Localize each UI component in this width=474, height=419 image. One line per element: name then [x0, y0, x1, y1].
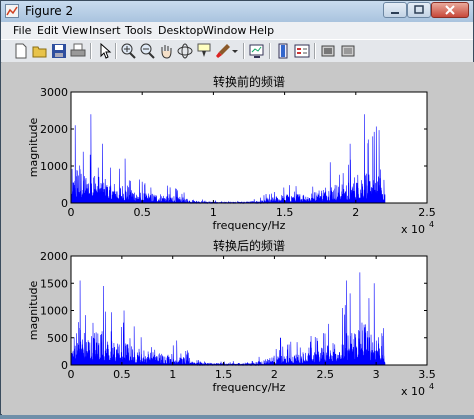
x-tick-label: 3 — [373, 368, 380, 381]
x-axis-label: frequency/Hz — [213, 219, 286, 232]
toolbar-separator — [90, 43, 92, 59]
x-exponent-power: 4 — [429, 220, 434, 229]
brush-button[interactable] — [214, 42, 232, 60]
menu-edit[interactable]: Edit — [37, 24, 58, 37]
data-cursor-button[interactable] — [195, 42, 213, 60]
insert-legend-icon — [294, 44, 310, 58]
chart-title: 转换后的频谱 — [213, 238, 285, 253]
x-tick-label: 1.5 — [215, 368, 233, 381]
y-tick-label: 1500 — [40, 277, 68, 290]
zoom-out-icon — [140, 43, 155, 59]
menu-insert[interactable]: Insert — [89, 24, 121, 37]
open-file-button[interactable] — [31, 42, 49, 60]
x-tick-label: 3.5 — [418, 368, 436, 381]
menu-tools[interactable]: Tools — [125, 24, 152, 37]
y-tick-label: 0 — [61, 197, 68, 210]
close-button[interactable] — [431, 2, 469, 18]
x-exponent-power: 4 — [429, 382, 434, 391]
insert-colorbar-icon — [278, 43, 288, 59]
figure-canvas[interactable]: 0 0.5 1 1.5 2 2.5 0 1000 2000 3000 转换前的频谱 frequency… — [2, 62, 474, 415]
y-axis-label: magnitude — [27, 281, 40, 341]
y-tick-label: 3000 — [40, 86, 68, 99]
menu-window[interactable]: Window — [203, 24, 246, 37]
maximize-button[interactable] — [407, 2, 431, 18]
show-plot-tools-button[interactable] — [339, 42, 357, 60]
y-axis-label: magnitude — [27, 118, 40, 178]
minimize-icon — [391, 12, 399, 14]
plots-svg: 0 0.5 1 1.5 2 2.5 0 1000 2000 3000 转换前的频谱 frequency… — [27, 74, 436, 398]
figure-window: Figure 2 File Edit View Insert Tools Des… — [0, 0, 474, 415]
y-tick-label: 1000 — [40, 305, 68, 318]
minimize-button[interactable] — [383, 2, 407, 18]
figure-toolbar — [1, 39, 473, 63]
print-icon — [70, 43, 86, 57]
toolbar-separator — [115, 43, 117, 59]
x-tick-label: 1.5 — [276, 206, 294, 219]
y-tick-label: 2000 — [40, 250, 68, 263]
x-tick-label: 0 — [68, 206, 75, 219]
x-exponent-label: x 10 — [401, 385, 425, 398]
menu-help[interactable]: Help — [249, 24, 274, 37]
x-tick-label: 0.5 — [113, 368, 131, 381]
x-tick-label: 2.5 — [317, 368, 335, 381]
save-button[interactable] — [50, 42, 68, 60]
x-exponent-label: x 10 — [401, 223, 425, 236]
chevron-down-icon — [232, 50, 238, 53]
link-plot-icon — [249, 44, 264, 58]
zoom-in-icon — [121, 43, 136, 59]
edit-plot-button[interactable] — [95, 42, 113, 60]
title-bar[interactable]: Figure 2 — [1, 1, 473, 23]
x-axis-label: frequency/Hz — [213, 381, 286, 394]
data-cursor-icon — [197, 43, 211, 57]
x-tick-label: 0 — [68, 368, 75, 381]
show-plot-tools-icon — [341, 45, 355, 57]
rotate-3d-button[interactable] — [176, 42, 194, 60]
rotate-3d-icon — [177, 43, 193, 59]
hide-plot-tools-button[interactable] — [319, 42, 337, 60]
maximize-icon — [414, 5, 424, 14]
x-tick-label: 2 — [271, 368, 278, 381]
x-tick-label: 2.5 — [418, 206, 436, 219]
menu-view[interactable]: View — [62, 24, 88, 37]
y-tick-label: 1000 — [40, 160, 68, 173]
hide-plot-tools-icon — [321, 45, 335, 57]
window-title: Figure 2 — [25, 4, 74, 18]
x-tick-label: 1 — [169, 368, 176, 381]
subplot-1: 0 0.5 1 1.5 2 2.5 0 1000 2000 3000 转换前的频谱 frequency… — [27, 74, 436, 236]
menu-bar: File Edit View Insert Tools Desktop Wind… — [1, 22, 473, 39]
pan-button[interactable] — [157, 42, 175, 60]
chart-title: 转换前的频谱 — [213, 74, 285, 89]
y-tick-label: 2000 — [40, 123, 68, 136]
menu-desktop[interactable]: Desktop — [158, 24, 203, 37]
zoom-in-button[interactable] — [119, 42, 137, 60]
save-icon — [52, 44, 66, 58]
print-button[interactable] — [69, 42, 87, 60]
new-figure-button[interactable] — [12, 42, 30, 60]
zoom-out-button[interactable] — [138, 42, 156, 60]
brush-icon — [216, 44, 230, 58]
link-plot-button[interactable] — [248, 42, 266, 60]
y-tick-label: 0 — [61, 359, 68, 372]
brush-dropdown[interactable] — [231, 42, 249, 60]
toolbar-separator — [314, 43, 316, 59]
open-file-icon — [32, 46, 47, 58]
close-icon — [445, 5, 455, 15]
subplot-2: 0 0.5 1 1.5 2 2.5 3 3.5 0 500 1000 1500 2000 转换后的频谱 fr… — [27, 238, 436, 398]
toolbar-separator — [269, 43, 271, 59]
y-tick-label: 500 — [47, 332, 68, 345]
toolbar-separator — [243, 43, 245, 59]
pan-hand-icon — [161, 45, 172, 59]
x-tick-label: 1 — [210, 206, 217, 219]
insert-legend-button[interactable] — [293, 42, 311, 60]
x-tick-label: 0.5 — [133, 206, 151, 219]
insert-colorbar-button[interactable] — [274, 42, 292, 60]
x-tick-label: 2 — [352, 206, 359, 219]
matlab-figure-icon — [5, 4, 19, 18]
menu-file[interactable]: File — [13, 24, 31, 37]
edit-plot-arrow-icon — [100, 42, 112, 59]
new-figure-icon — [15, 43, 27, 59]
